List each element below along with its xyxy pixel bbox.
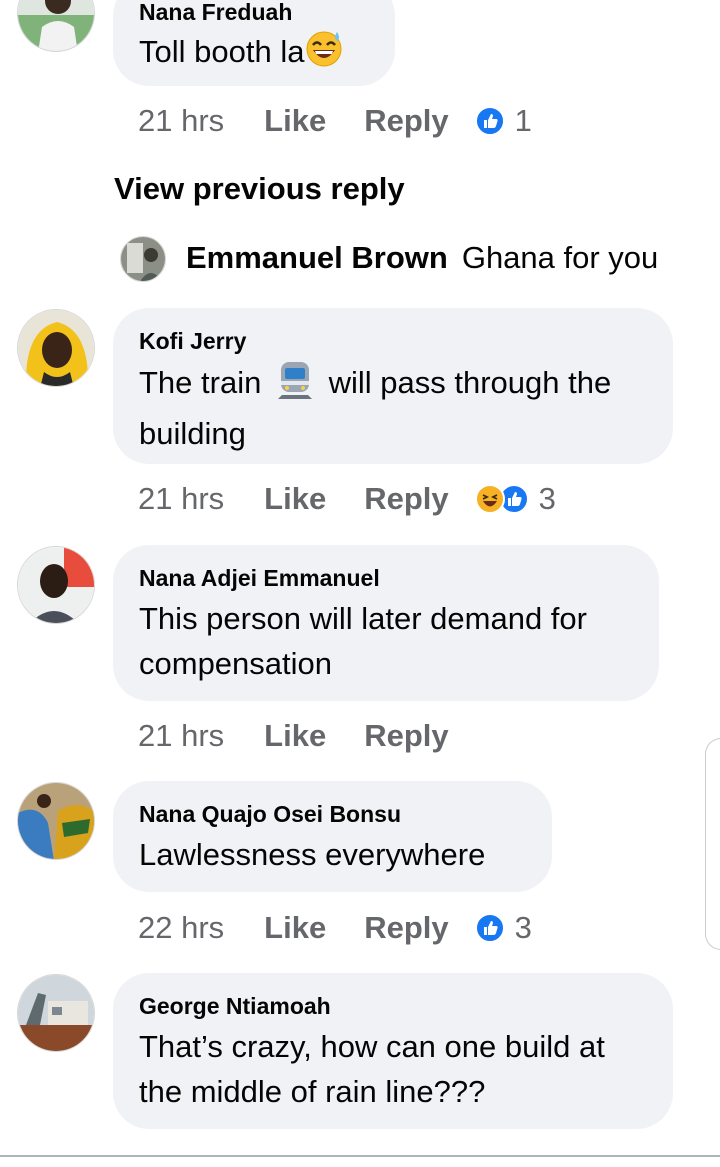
avatar[interactable] <box>17 974 95 1052</box>
like-button[interactable]: Like <box>264 481 326 517</box>
reaction-count: 3 <box>538 481 556 516</box>
comment-text-line2: building <box>139 416 246 451</box>
reaction-summary[interactable]: 1 <box>474 103 532 139</box>
comment-bubble: Nana Adjei Emmanuel This person will lat… <box>113 545 659 701</box>
commenter-name[interactable]: Nana Freduah <box>139 0 369 26</box>
avatar[interactable] <box>17 546 95 624</box>
comment-text-line2: the middle of rain line??? <box>139 1074 486 1109</box>
like-button[interactable]: Like <box>264 718 326 754</box>
reply-button[interactable]: Reply <box>364 910 448 946</box>
inline-reply: Emmanuel Brown Ghana for you <box>186 240 658 276</box>
comment-text-line2: compensation <box>139 646 333 681</box>
commenter-name[interactable]: Emmanuel Brown <box>186 240 448 275</box>
comment-actions: 21 hrs Like Reply <box>138 714 449 758</box>
thumbs-up-icon <box>474 106 505 136</box>
reply-button[interactable]: Reply <box>364 481 448 517</box>
thumbs-up-icon <box>474 913 505 943</box>
reply-button[interactable]: Reply <box>364 718 448 754</box>
comment-bubble: Kofi Jerry The train will pass through t… <box>113 308 673 464</box>
comment-bubble: Nana Quajo Osei Bonsu Lawlessness everyw… <box>113 781 552 892</box>
avatar[interactable] <box>17 782 95 860</box>
train-emoji-icon <box>276 359 314 411</box>
commenter-name[interactable]: Nana Adjei Emmanuel <box>139 564 633 592</box>
comment-time[interactable]: 21 hrs <box>138 718 224 754</box>
avatar[interactable] <box>17 0 95 52</box>
comment-text: That’s crazy, how can one build at <box>139 1029 605 1064</box>
commenter-name[interactable]: George Ntiamoah <box>139 992 647 1020</box>
reply-button[interactable]: Reply <box>364 103 448 139</box>
avatar[interactable] <box>17 309 95 387</box>
reaction-count: 1 <box>514 103 532 138</box>
comment-actions: 22 hrs Like Reply 3 <box>138 906 532 950</box>
reaction-summary[interactable]: 3 <box>474 481 556 517</box>
comment-bubble: George Ntiamoah That’s crazy, how can on… <box>113 973 673 1129</box>
like-button[interactable]: Like <box>264 910 326 946</box>
comment-time[interactable]: 22 hrs <box>138 910 224 946</box>
comment-text: This person will later demand for <box>139 601 587 636</box>
comment-text: Toll booth la <box>139 28 369 80</box>
comment-actions: 21 hrs Like Reply 3 <box>138 477 556 521</box>
comment-actions: 21 hrs Like Reply 1 <box>138 99 532 143</box>
commenter-name[interactable]: Kofi Jerry <box>139 327 647 355</box>
comment-text: Ghana for you <box>461 240 659 275</box>
comment-bubble: Nana Freduah Toll booth la <box>113 0 395 86</box>
comment-time[interactable]: 21 hrs <box>138 481 224 517</box>
comment-text: Lawlessness everywhere <box>139 837 486 872</box>
comment-time[interactable]: 21 hrs <box>138 103 224 139</box>
avatar[interactable] <box>120 236 166 282</box>
reaction-summary[interactable]: 3 <box>474 910 532 946</box>
bottom-divider <box>0 1155 720 1157</box>
comment-text: The train will pass through the <box>139 359 647 411</box>
like-button[interactable]: Like <box>264 103 326 139</box>
reaction-count: 3 <box>514 910 532 945</box>
haha-reaction-icon <box>474 484 505 514</box>
side-panel-edge[interactable] <box>705 738 720 950</box>
commenter-name[interactable]: Nana Quajo Osei Bonsu <box>139 800 526 828</box>
view-previous-reply-link[interactable]: View previous reply <box>114 171 405 207</box>
grinning-sweat-emoji-icon <box>304 28 344 80</box>
